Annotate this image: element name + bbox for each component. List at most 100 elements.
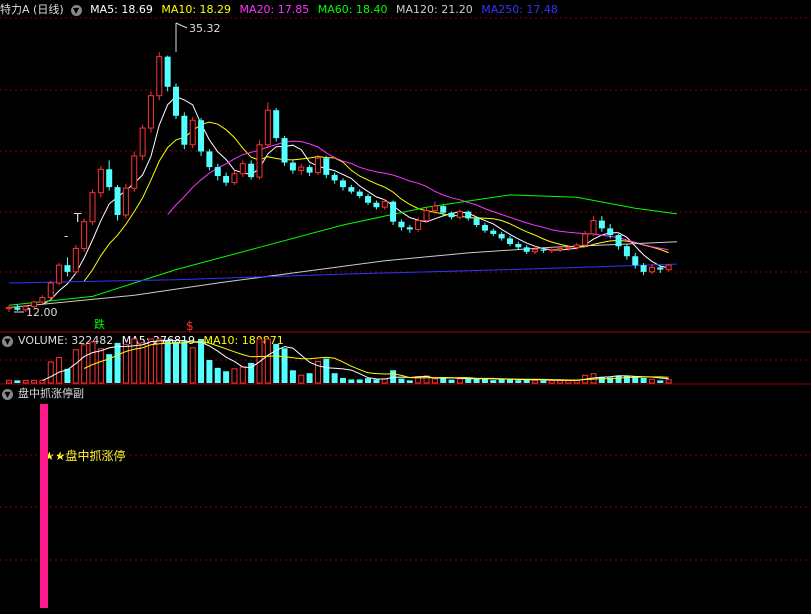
volume-bar bbox=[340, 377, 346, 383]
candle-body bbox=[131, 155, 138, 189]
candle-body bbox=[147, 95, 154, 129]
volume-bar bbox=[122, 343, 129, 384]
volume-bar bbox=[114, 342, 121, 383]
candle-body bbox=[323, 158, 330, 175]
candlesticks bbox=[6, 52, 672, 312]
volume-bar bbox=[181, 341, 188, 383]
candle-body bbox=[139, 127, 146, 157]
ma120-line bbox=[8, 241, 678, 308]
candle-body bbox=[431, 205, 438, 212]
candle-body bbox=[281, 138, 288, 163]
volume-bar bbox=[56, 357, 63, 384]
candle-body bbox=[565, 246, 572, 249]
volume-bar bbox=[89, 341, 96, 384]
candle-body bbox=[590, 220, 597, 235]
volume-bar bbox=[640, 377, 647, 383]
s-marker: $ bbox=[186, 319, 194, 333]
candle-body bbox=[223, 175, 230, 183]
volume-bar bbox=[431, 378, 438, 384]
volume-bar bbox=[6, 379, 12, 384]
volume-bar bbox=[440, 378, 447, 383]
volume-bar bbox=[665, 379, 672, 384]
candle-body bbox=[515, 243, 522, 248]
candle-body bbox=[607, 228, 614, 236]
volume-bar bbox=[206, 360, 213, 383]
chart-canvas[interactable]: 35.32 12.00 跌 $ T - bbox=[0, 0, 811, 614]
volume-bar bbox=[331, 373, 338, 383]
volume-bar bbox=[97, 348, 104, 384]
candle-body bbox=[348, 187, 355, 192]
volume-bar bbox=[548, 379, 555, 384]
candle-body bbox=[465, 211, 472, 219]
candle-body bbox=[6, 307, 12, 310]
candle-body bbox=[540, 249, 547, 251]
volume-bar bbox=[306, 373, 313, 383]
candle-body bbox=[548, 249, 555, 252]
volume-bar bbox=[223, 371, 230, 383]
volume-bar bbox=[264, 338, 271, 384]
volume-bar bbox=[406, 380, 413, 383]
candle-body bbox=[390, 201, 397, 222]
volume-bar bbox=[657, 380, 664, 383]
volume-bar bbox=[481, 378, 488, 383]
candle-body bbox=[264, 109, 271, 146]
candle-body bbox=[214, 167, 221, 176]
candle-body bbox=[231, 173, 238, 184]
volume-bar bbox=[289, 370, 296, 383]
candle-body bbox=[406, 227, 413, 230]
candle-body bbox=[298, 166, 305, 171]
candle-body bbox=[356, 191, 363, 197]
volume-bar bbox=[198, 339, 205, 383]
candle-body bbox=[164, 56, 171, 87]
candle-body bbox=[314, 157, 321, 174]
volume-bar bbox=[448, 379, 455, 383]
low-price-label: 12.00 bbox=[26, 306, 58, 319]
volume-bar bbox=[490, 380, 497, 383]
candle-body bbox=[507, 238, 513, 244]
volume-bar bbox=[164, 340, 171, 383]
candle-body bbox=[615, 235, 622, 247]
volume-bar bbox=[648, 378, 655, 384]
volume-bar bbox=[557, 379, 564, 384]
volume-bar bbox=[231, 368, 238, 384]
candle-body bbox=[256, 144, 263, 178]
volume-bar bbox=[81, 344, 88, 384]
candle-body bbox=[448, 212, 455, 218]
volume-bar bbox=[365, 378, 372, 383]
candle-body bbox=[573, 244, 580, 248]
candle-body bbox=[289, 162, 296, 171]
candle-body bbox=[398, 221, 405, 228]
signal-bar bbox=[40, 404, 48, 608]
volume-bar bbox=[22, 379, 29, 384]
candle-body bbox=[532, 249, 539, 253]
candle-body bbox=[14, 307, 21, 310]
volume-bar bbox=[239, 366, 246, 384]
candle-body bbox=[306, 167, 313, 173]
volume-bar bbox=[47, 361, 54, 384]
candle-body bbox=[340, 180, 346, 188]
candle-body bbox=[423, 210, 430, 222]
candle-body bbox=[47, 282, 54, 299]
candle-body bbox=[582, 233, 589, 246]
volume-bar bbox=[298, 374, 305, 384]
ma250-line bbox=[8, 263, 678, 284]
volume-bar bbox=[390, 370, 397, 383]
candle-body bbox=[365, 196, 372, 203]
candle-body bbox=[498, 233, 505, 239]
candle-body bbox=[122, 187, 129, 216]
candle-body bbox=[373, 202, 380, 208]
candle-body bbox=[440, 206, 447, 213]
volume-bar bbox=[139, 342, 146, 384]
dash-marker: - bbox=[64, 229, 68, 243]
moving-averages bbox=[8, 96, 678, 308]
volume-bar bbox=[373, 379, 380, 383]
candle-body bbox=[89, 192, 96, 223]
candle-body bbox=[665, 264, 672, 271]
volume-bar bbox=[398, 378, 405, 383]
candle-body bbox=[598, 220, 605, 229]
candle-body bbox=[114, 187, 121, 216]
candle-body bbox=[181, 115, 188, 145]
volume-bar bbox=[173, 341, 179, 383]
volume-bar bbox=[532, 379, 539, 384]
candle-body bbox=[640, 265, 647, 272]
